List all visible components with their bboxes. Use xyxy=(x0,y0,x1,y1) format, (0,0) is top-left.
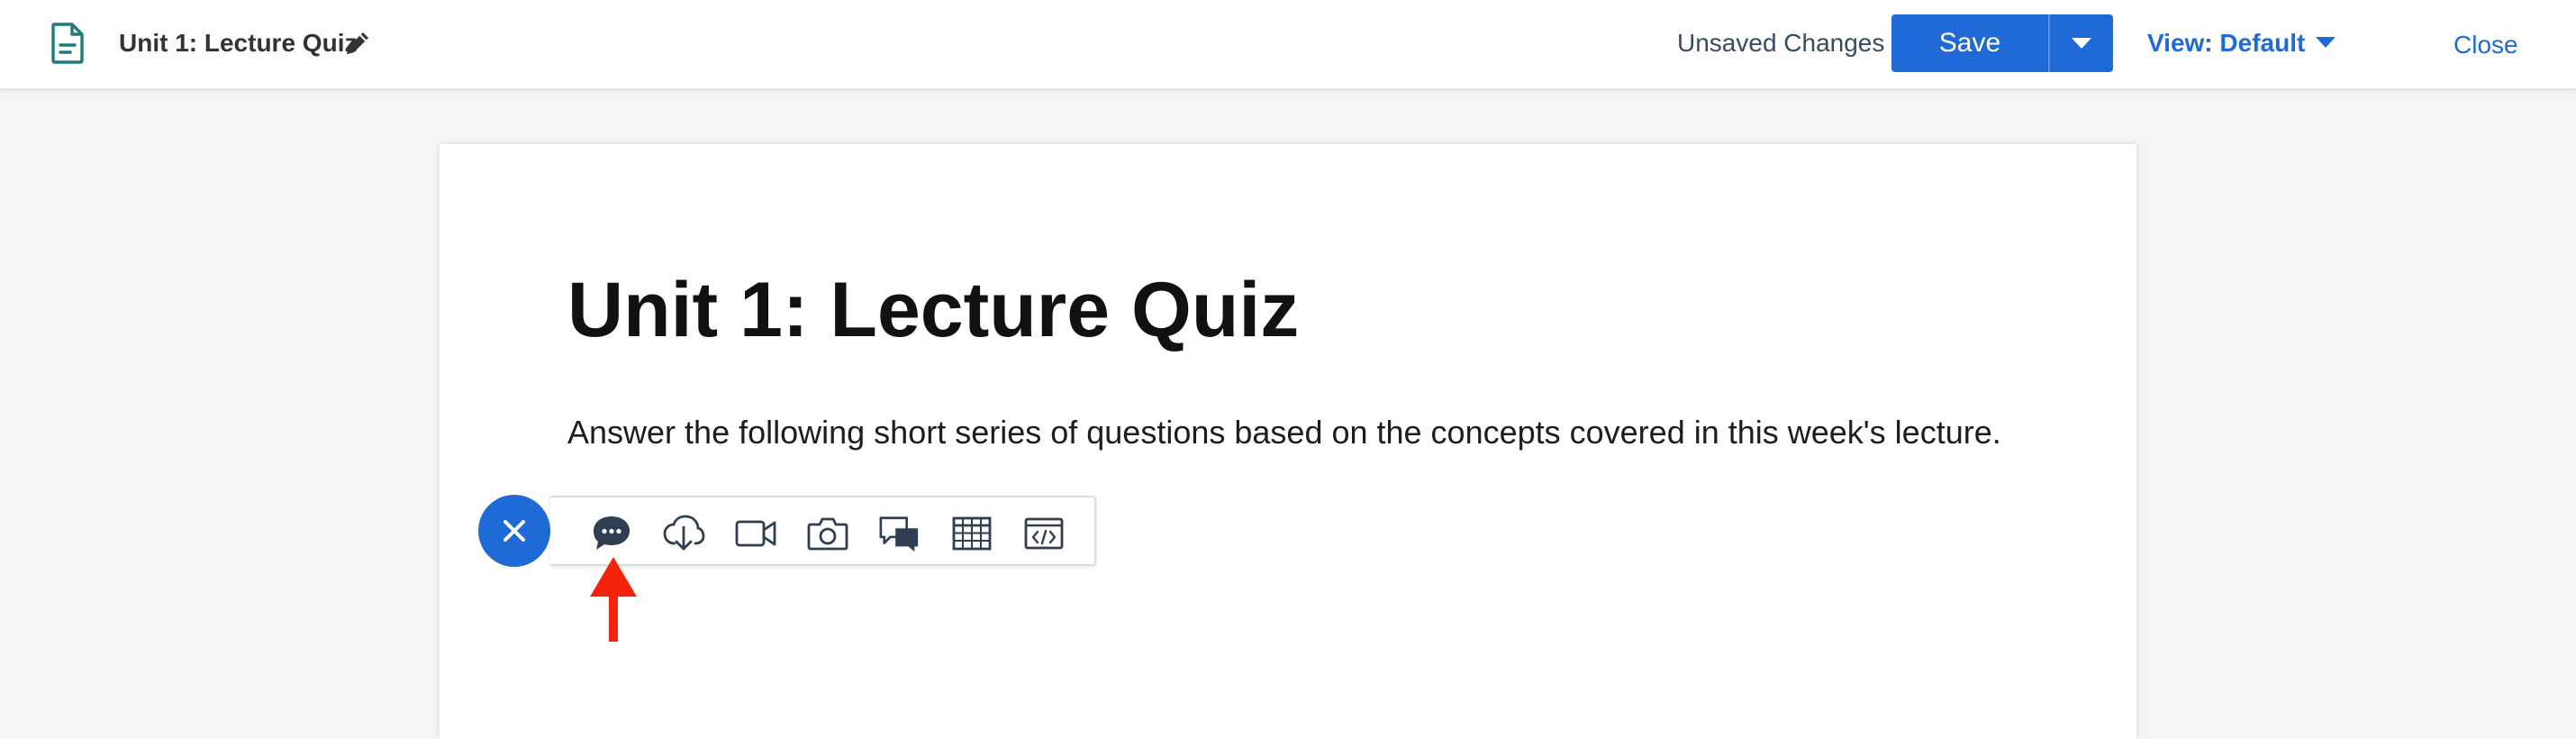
insert-table-button[interactable] xyxy=(950,514,993,553)
pencil-icon[interactable] xyxy=(342,28,373,59)
insert-conversation-button[interactable] xyxy=(878,514,921,553)
unsaved-status: Unsaved Changes xyxy=(1677,29,1885,57)
close-toolbar-button[interactable] xyxy=(478,495,550,567)
conversation-icon xyxy=(879,516,919,552)
insert-discussion-button[interactable] xyxy=(590,514,633,553)
save-button[interactable]: Save xyxy=(1891,14,2050,72)
insert-video-button[interactable] xyxy=(734,514,777,553)
document-title: Unit 1: Lecture Quiz xyxy=(119,29,358,57)
video-camera-icon xyxy=(735,520,776,547)
insert-toolbar xyxy=(550,496,1096,566)
embed-code-icon xyxy=(1024,517,1064,550)
insert-embed-button[interactable] xyxy=(1022,514,1066,553)
save-split-button: Save xyxy=(1891,14,2113,72)
close-button[interactable]: Close xyxy=(2454,29,2518,61)
view-selector[interactable]: View: Default xyxy=(2147,27,2305,59)
table-grid-icon xyxy=(952,516,992,551)
intro-paragraph: Answer the following short series of que… xyxy=(567,414,2001,451)
document-icon xyxy=(51,23,84,64)
caret-down-icon[interactable] xyxy=(2315,36,2336,49)
top-bar: Unit 1: Lecture Quiz Unsaved Changes Sav… xyxy=(0,0,2576,90)
close-icon xyxy=(503,520,525,542)
insert-download-button[interactable] xyxy=(662,514,705,553)
page-heading: Unit 1: Lecture Quiz xyxy=(567,267,1300,353)
annotation-arrow-icon xyxy=(590,557,637,642)
camera-icon xyxy=(807,517,848,551)
save-options-button[interactable] xyxy=(2050,14,2113,72)
chat-bubble-icon xyxy=(594,516,630,550)
insert-image-button[interactable] xyxy=(806,514,849,553)
download-cloud-icon xyxy=(663,515,705,551)
caret-down-icon xyxy=(2072,38,2091,49)
